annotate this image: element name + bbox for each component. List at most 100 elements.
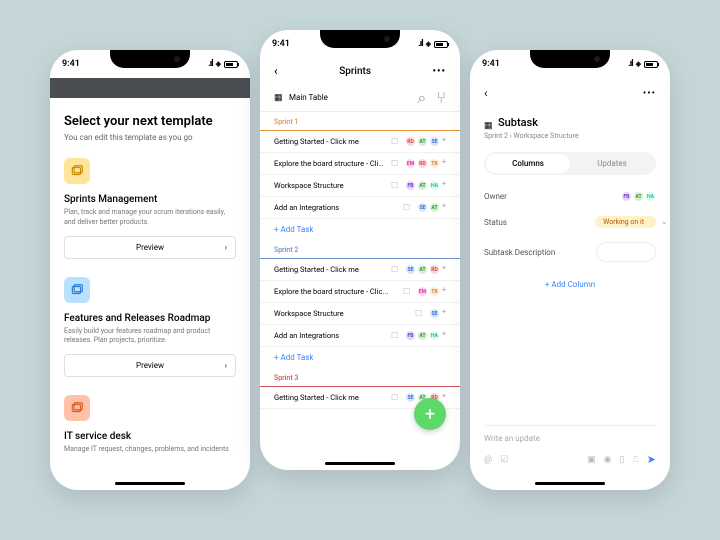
battery-icon bbox=[644, 61, 658, 68]
task-row[interactable]: Add an Integrations FBATHA+ bbox=[260, 325, 460, 347]
template-name: Sprints Management bbox=[64, 194, 236, 205]
task-name: Getting Started - Click me bbox=[274, 265, 387, 274]
preview-button[interactable]: Preview bbox=[64, 236, 236, 259]
field-description[interactable]: Subtask Description bbox=[484, 242, 656, 262]
detail-header: ‹ ••• bbox=[470, 78, 670, 108]
task-avatars: SE+ bbox=[429, 308, 446, 319]
sprint-header[interactable]: Sprint 2 bbox=[260, 240, 460, 259]
task-avatars: FBATHA+ bbox=[405, 180, 446, 191]
add-task-button[interactable]: + Add Task bbox=[260, 347, 460, 368]
home-indicator bbox=[535, 482, 605, 485]
avatar: RD bbox=[429, 264, 440, 275]
task-row[interactable]: Workspace Structure SE+ bbox=[260, 303, 460, 325]
template-picker: Select your next template You can edit t… bbox=[50, 98, 250, 490]
status-icon bbox=[391, 331, 401, 341]
status-icon bbox=[403, 287, 413, 297]
more-avatars: + bbox=[442, 286, 446, 297]
filter-icon[interactable]: ⑂ bbox=[436, 88, 446, 108]
preview-button[interactable]: Preview bbox=[64, 354, 236, 377]
add-column-button[interactable]: + Add Column bbox=[484, 280, 656, 289]
mic-icon[interactable]: ⎍ bbox=[632, 455, 638, 465]
phone-subtask: 9:41 ‹ ••• Subtask Sprint 2 › Workspace … bbox=[470, 50, 670, 490]
more-avatars: + bbox=[442, 330, 446, 341]
template-it-desk[interactable]: IT service desk Manage IT request, chang… bbox=[64, 395, 236, 455]
sprint-header[interactable]: Sprint 3 bbox=[260, 368, 460, 387]
task-row[interactable]: Add an Integrations SEAT+ bbox=[260, 197, 460, 219]
template-desc: Plan, track and manage your scrum iterat… bbox=[64, 208, 236, 228]
tab-updates[interactable]: Updates bbox=[570, 154, 654, 173]
task-avatars: RDATSE+ bbox=[405, 136, 446, 147]
more-icon[interactable]: ••• bbox=[643, 88, 656, 99]
avatar: TK bbox=[429, 158, 440, 169]
field-status[interactable]: Status Working on it bbox=[484, 216, 656, 228]
mention-icon[interactable]: @ bbox=[484, 455, 492, 465]
task-row[interactable]: Explore the board structure - Clic... EM… bbox=[260, 281, 460, 303]
image-icon[interactable]: ▣ bbox=[587, 455, 596, 465]
avatar: FB bbox=[621, 191, 632, 202]
status-time: 9:41 bbox=[482, 59, 500, 69]
camera-icon[interactable]: ◉ bbox=[604, 455, 612, 465]
subtask-title-row: Subtask bbox=[484, 116, 656, 129]
status-pill[interactable]: Working on it bbox=[595, 216, 656, 228]
phone-templates: 9:41 Select your next template You can e… bbox=[50, 50, 250, 490]
battery-icon bbox=[224, 61, 238, 68]
wifi-icon bbox=[216, 59, 221, 69]
avatar: TK bbox=[429, 286, 440, 297]
template-desc: Manage IT request, changes, problems, an… bbox=[64, 445, 236, 455]
it-desk-icon bbox=[64, 395, 90, 421]
task-row[interactable]: Getting Started - Click me SEATRD+ bbox=[260, 259, 460, 281]
owner-avatars: FBATHA bbox=[621, 191, 656, 202]
avatar: SE bbox=[405, 392, 416, 403]
tab-columns[interactable]: Columns bbox=[486, 154, 570, 173]
task-avatars: SEATRD+ bbox=[405, 264, 446, 275]
avatar: RD bbox=[405, 136, 416, 147]
template-sprints[interactable]: Sprints Management Plan, track and manag… bbox=[64, 158, 236, 259]
desc-input[interactable] bbox=[596, 242, 656, 262]
home-indicator bbox=[325, 462, 395, 465]
send-icon[interactable]: ➤ bbox=[647, 453, 656, 466]
status-icon bbox=[391, 393, 401, 403]
signal-icon bbox=[208, 59, 212, 69]
owner-label: Owner bbox=[484, 192, 507, 201]
add-fab[interactable]: + bbox=[414, 398, 446, 430]
status-icons bbox=[418, 39, 448, 49]
task-row[interactable]: Workspace Structure FBATHA+ bbox=[260, 175, 460, 197]
more-avatars: + bbox=[442, 136, 446, 147]
avatar: AT bbox=[417, 330, 428, 341]
more-avatars: + bbox=[442, 392, 446, 403]
field-owner[interactable]: Owner FBATHA bbox=[484, 191, 656, 202]
task-row[interactable]: Getting Started - Click me RDATSE+ bbox=[260, 131, 460, 153]
search-icon[interactable]: ⌕ bbox=[417, 88, 426, 108]
back-icon[interactable]: ‹ bbox=[274, 64, 278, 78]
add-task-button[interactable]: + Add Task bbox=[260, 219, 460, 240]
status-label: Status bbox=[484, 218, 507, 227]
task-row[interactable]: Explore the board structure - Clic... EM… bbox=[260, 153, 460, 175]
board-title: Sprints bbox=[339, 66, 371, 77]
phone-sprints: 9:41 ‹ Sprints ••• Main Table ⌕ ⑂ Sprint… bbox=[260, 30, 460, 470]
file-icon[interactable]: ▯ bbox=[620, 455, 625, 465]
dark-strip bbox=[50, 78, 250, 98]
status-time: 9:41 bbox=[272, 39, 290, 49]
template-roadmap[interactable]: Features and Releases Roadmap Easily bui… bbox=[64, 277, 236, 378]
task-name: Explore the board structure - Clic... bbox=[274, 159, 387, 168]
back-icon[interactable]: ‹ bbox=[484, 86, 488, 100]
breadcrumb[interactable]: Sprint 2 › Workspace Structure bbox=[484, 132, 656, 140]
avatar: SE bbox=[429, 136, 440, 147]
more-avatars: + bbox=[442, 180, 446, 191]
board-header: ‹ Sprints ••• bbox=[260, 58, 460, 84]
view-selector[interactable]: Main Table bbox=[274, 93, 328, 102]
checklist-icon[interactable]: ☑ bbox=[500, 455, 508, 465]
notch bbox=[110, 50, 190, 68]
more-icon[interactable]: ••• bbox=[433, 66, 447, 77]
task-avatars: SEAT+ bbox=[417, 202, 446, 213]
task-name: Add an Integrations bbox=[274, 203, 399, 212]
more-avatars: + bbox=[442, 308, 446, 319]
status-icons bbox=[208, 59, 238, 69]
table-icon bbox=[274, 93, 283, 102]
avatar: EM bbox=[417, 286, 428, 297]
task-avatars: EMRDTK+ bbox=[405, 158, 446, 169]
status-icon bbox=[391, 137, 401, 147]
composer-input[interactable]: Write an update bbox=[484, 434, 656, 443]
sprint-header[interactable]: Sprint 1 bbox=[260, 112, 460, 131]
more-avatars: + bbox=[442, 202, 446, 213]
